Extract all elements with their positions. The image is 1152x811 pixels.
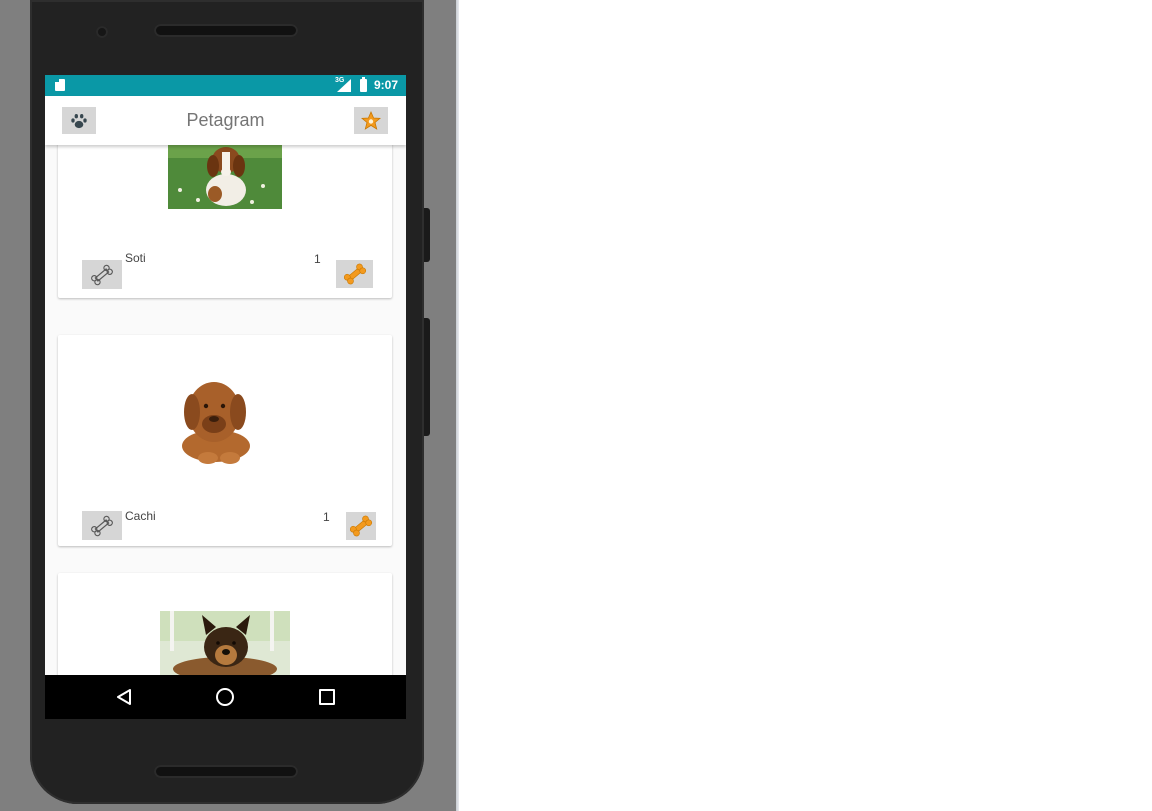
like-count: 1: [323, 510, 330, 524]
pet-card: Cachi 1: [58, 335, 392, 546]
signal-icon: [337, 79, 351, 92]
window-divider: [456, 0, 459, 811]
bone-outline-icon: [91, 515, 113, 536]
pet-card: [58, 573, 392, 675]
like-button[interactable]: [82, 260, 122, 289]
back-triangle-icon[interactable]: [116, 688, 132, 706]
like-button[interactable]: [82, 511, 122, 540]
front-camera: [96, 26, 108, 38]
bottom-speaker: [154, 765, 298, 778]
sd-card-icon: [55, 79, 65, 91]
status-bar: 3G 9:07: [45, 75, 406, 96]
bone-filled-icon: [349, 515, 373, 537]
star-icon: [361, 110, 381, 130]
power-button[interactable]: [424, 208, 430, 262]
app-title: Petagram: [186, 110, 265, 130]
pet-name: Soti: [125, 251, 146, 265]
bone-outline-icon: [91, 264, 113, 285]
navigation-bar: [45, 675, 406, 719]
pet-card: Soti 1: [58, 145, 392, 298]
recent-square-icon[interactable]: [319, 689, 335, 705]
earpiece-speaker: [154, 24, 298, 37]
paw-icon: [71, 113, 87, 128]
home-circle-icon[interactable]: [216, 688, 234, 706]
rating-bone-button[interactable]: [346, 512, 376, 540]
bone-filled-icon: [343, 263, 366, 285]
rating-bone-button[interactable]: [336, 260, 373, 288]
like-count: 1: [314, 252, 321, 266]
phone-screen: 3G 9:07 Petagram Soti 1 Cachi 1: [45, 75, 406, 719]
pet-list[interactable]: Soti 1 Cachi 1: [45, 145, 406, 675]
dogue-puppy-photo: [168, 368, 262, 468]
pet-name: Cachi: [125, 509, 156, 523]
clock: 9:07: [374, 78, 399, 92]
paw-button[interactable]: [62, 107, 96, 134]
volume-button[interactable]: [424, 318, 430, 436]
battery-icon: [360, 77, 367, 92]
favorites-button[interactable]: [354, 107, 388, 134]
german-shepherd-photo: [160, 611, 290, 675]
app-bar: Petagram: [45, 96, 406, 145]
beagle-photo: [168, 145, 282, 209]
